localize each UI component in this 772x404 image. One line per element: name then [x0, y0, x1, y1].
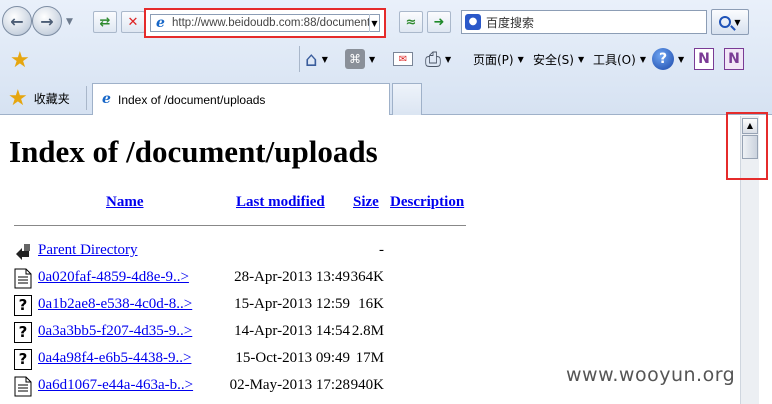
favorites-bar: ★ 收藏夹 e Index of /document/uploads: [0, 82, 772, 115]
page-title: Index of /document/uploads: [9, 134, 378, 169]
table-row-parent: Parent Directory -: [0, 240, 740, 264]
ie-page-icon: e: [156, 14, 165, 31]
add-favorite-icon[interactable]: ★: [10, 48, 30, 73]
home-button[interactable]: ⌂ ▼: [305, 44, 328, 74]
baidu-paw-icon: ●: [465, 14, 481, 30]
safety-menu[interactable]: 安全(S) ▼: [533, 44, 584, 74]
tab-title: Index of /document/uploads: [118, 92, 266, 107]
page-content: Index of /document/uploads Name Last mod…: [0, 116, 740, 404]
favorites-button[interactable]: ★ 收藏夹: [8, 84, 70, 112]
feeds-button[interactable]: ⌘ ▼: [345, 44, 375, 74]
table-row: ? 0a3a3bb5-f207-4d35-9..> 14-Apr-2013 14…: [0, 321, 740, 345]
ie-page-icon: e: [102, 91, 111, 107]
file-link[interactable]: 0a020faf-4859-4d8e-9..>: [38, 269, 189, 286]
compatibility-button[interactable]: ≈: [399, 11, 423, 33]
file-link[interactable]: 0a4a98f4-e6b5-4438-9..>: [38, 350, 191, 367]
file-size: 16K: [358, 296, 384, 312]
page-menu-label: 页面(P): [473, 52, 514, 67]
mail-button[interactable]: ✉: [393, 44, 413, 74]
file-link[interactable]: 0a1b2ae8-e538-4c0d-8..>: [38, 296, 192, 313]
chevron-down-icon: ▼: [321, 54, 328, 64]
onenote-linked-button[interactable]: N: [724, 44, 744, 74]
chevron-down-icon: ▼: [517, 54, 524, 64]
address-dropdown-icon[interactable]: ▼: [369, 14, 379, 32]
new-tab-button[interactable]: [392, 83, 422, 115]
refresh-icon: ⇄: [99, 14, 111, 30]
tools-menu[interactable]: 工具(O) ▼: [593, 44, 646, 74]
go-arrow-icon: ➜: [433, 14, 445, 30]
column-header-size[interactable]: Size: [353, 194, 379, 211]
address-bar[interactable]: e http://www.beidoudb.com:88/document/ ▼: [144, 8, 386, 38]
favorites-label: 收藏夹: [33, 91, 70, 106]
printer-icon: ⎙: [425, 47, 441, 71]
parent-directory-link[interactable]: Parent Directory: [38, 242, 138, 259]
back-folder-icon: [16, 244, 30, 260]
chevron-down-icon: ▼: [639, 54, 646, 64]
tools-menu-label: 工具(O): [593, 52, 636, 67]
back-arrow-icon: ←: [10, 11, 24, 31]
rss-icon: ⌘: [345, 49, 365, 69]
chevron-down-icon: ▼: [678, 54, 685, 64]
go-button[interactable]: ➜: [427, 11, 451, 33]
column-header-description[interactable]: Description: [390, 194, 464, 211]
file-size: 940K: [350, 377, 384, 393]
file-size: 17M: [355, 350, 384, 366]
file-modified: 15-Apr-2013 12:59: [234, 296, 350, 312]
stop-button[interactable]: ✕: [121, 11, 145, 33]
text-file-icon: [14, 268, 32, 289]
chevron-down-icon: ▼: [577, 54, 585, 64]
forward-arrow-icon: →: [40, 11, 54, 31]
toolbar-divider: [299, 46, 300, 72]
browser-toolbar: ← → ▼ ⇄ ✕ e http://www.beidoudb.com:88/d…: [0, 0, 772, 115]
file-modified: 02-May-2013 17:28: [229, 377, 350, 393]
chevron-down-icon: ▼: [445, 54, 452, 64]
text-file-icon: [14, 376, 32, 397]
chevron-down-icon: ▼: [369, 54, 376, 64]
table-row: ? 0a1b2ae8-e538-4c0d-8..> 15-Apr-2013 12…: [0, 294, 740, 318]
search-input[interactable]: ● 百度搜索: [461, 10, 707, 34]
help-button[interactable]: ? ▼: [652, 44, 684, 74]
tab-active[interactable]: e Index of /document/uploads: [92, 83, 390, 115]
search-button[interactable]: ▼: [711, 9, 749, 35]
onenote-linked-icon: N: [724, 48, 744, 70]
home-icon: ⌂: [305, 47, 318, 71]
file-modified: 14-Apr-2013 14:54: [234, 323, 350, 339]
search-placeholder: 百度搜索: [486, 15, 535, 30]
onenote-button[interactable]: N: [694, 44, 714, 74]
unknown-file-icon: ?: [14, 349, 32, 370]
file-size: 2.8M: [351, 323, 384, 339]
unknown-file-icon: ?: [14, 295, 32, 316]
file-link[interactable]: 0a3a3bb5-f207-4d35-9..>: [38, 323, 192, 340]
watermark: www.wooyun.org: [566, 364, 736, 386]
unknown-file-icon: ?: [14, 322, 32, 343]
column-header-name[interactable]: Name: [106, 194, 144, 211]
compatibility-icon: ≈: [405, 14, 417, 30]
address-url[interactable]: http://www.beidoudb.com:88/document/: [172, 17, 369, 29]
file-link[interactable]: 0a6d1067-e44a-463a-b..>: [38, 377, 193, 394]
history-dropdown-icon[interactable]: ▼: [66, 17, 73, 27]
chevron-down-icon: ▼: [734, 17, 741, 27]
close-icon: ✕: [127, 14, 139, 30]
search-icon: [719, 16, 732, 28]
favorites-divider: [86, 86, 87, 110]
header-divider: [14, 225, 466, 226]
file-modified: 28-Apr-2013 13:49: [234, 269, 350, 285]
safety-menu-label: 安全(S): [533, 52, 574, 67]
forward-button[interactable]: →: [32, 6, 62, 36]
file-size: 364K: [350, 269, 384, 285]
onenote-icon: N: [694, 48, 714, 70]
file-modified: 15-Oct-2013 09:49: [235, 350, 350, 366]
scrollbar-highlight-box: [726, 112, 768, 180]
table-row: 0a020faf-4859-4d8e-9..> 28-Apr-2013 13:4…: [0, 267, 740, 291]
refresh-button[interactable]: ⇄: [93, 11, 117, 33]
column-header-last-modified[interactable]: Last modified: [236, 194, 325, 211]
star-icon: ★: [8, 85, 28, 111]
print-button[interactable]: ⎙ ▼: [425, 44, 451, 74]
parent-size: -: [379, 242, 384, 258]
page-menu[interactable]: 页面(P) ▼: [473, 44, 524, 74]
help-icon: ?: [652, 48, 674, 70]
back-button[interactable]: ←: [2, 6, 32, 36]
mail-icon: ✉: [393, 52, 413, 66]
